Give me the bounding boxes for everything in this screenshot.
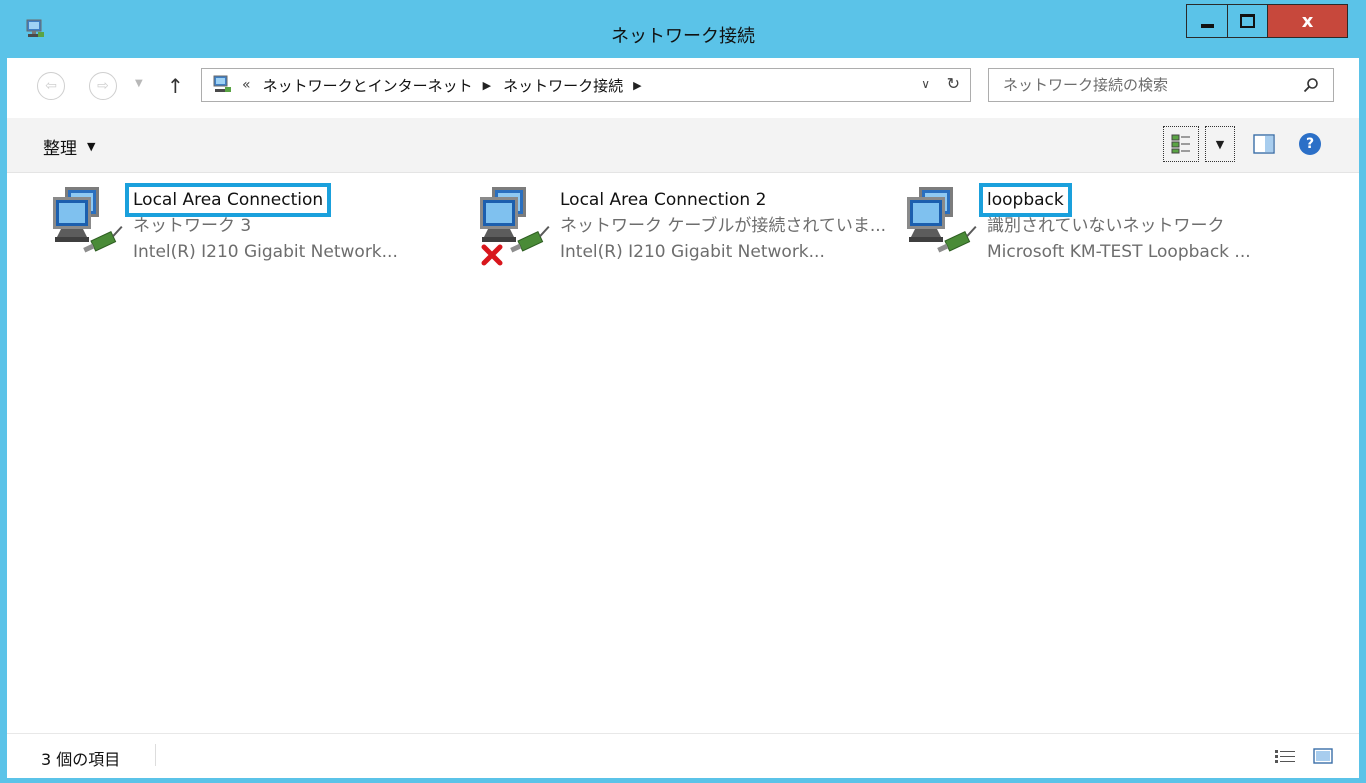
command-bar: 整理 ▼ ▼ ? [7, 118, 1359, 173]
search-icon[interactable] [1303, 77, 1319, 93]
breadcrumb-separator-icon[interactable]: ▶ [633, 79, 641, 92]
view-tiles-icon [1171, 134, 1190, 154]
address-history-dropdown[interactable]: ∨ [921, 77, 930, 91]
recent-locations-button[interactable]: ▼ [135, 78, 143, 89]
change-view-button[interactable] [1163, 126, 1199, 162]
details-view-icon[interactable] [1275, 750, 1295, 764]
network-adapter-disconnected-icon [480, 187, 550, 266]
preview-pane-icon[interactable] [1253, 134, 1275, 154]
connection-adapter: Intel(R) I210 Gigabit Network... [560, 242, 825, 262]
large-icons-view-icon[interactable] [1313, 748, 1333, 764]
connection-status: 識別されていないネットワーク [987, 216, 1225, 236]
search-box[interactable] [988, 68, 1334, 102]
search-input[interactable] [1001, 75, 1303, 95]
refresh-icon: ↻ [946, 74, 960, 93]
connection-item-text: loopback 識別されていないネットワーク Microsoft KM-TES… [979, 183, 1251, 265]
connection-status: ネットワーク 3 [133, 216, 252, 236]
minimize-icon [1200, 24, 1214, 28]
connection-adapter: Intel(R) I210 Gigabit Network... [133, 242, 398, 262]
connection-name[interactable]: loopback [979, 183, 1072, 217]
arrow-right-icon: ⇨ [97, 78, 109, 94]
network-connections-icon [213, 75, 231, 92]
breadcrumb-separator-icon[interactable]: ▶ [483, 79, 491, 92]
help-button[interactable]: ? [1299, 133, 1321, 155]
minimize-button[interactable] [1186, 4, 1227, 38]
network-adapter-icon [907, 187, 977, 253]
item-count: 3 個の項目 [41, 750, 121, 769]
connection-name[interactable]: Local Area Connection 2 [560, 187, 766, 213]
title-bar[interactable]: ネットワーク接続 x [0, 0, 1366, 58]
window-frame: ネットワーク接続 x ⇦ ⇨ ▼ ↑ « ネットワークとインターネット ▶ ネッ… [0, 0, 1366, 783]
close-icon: x [1301, 10, 1314, 32]
file-list: Local Area Connection ネットワーク 3 Intel(R) … [7, 173, 1359, 733]
refresh-button[interactable]: ↻ [947, 74, 960, 93]
chevron-down-icon: ▼ [1215, 137, 1225, 151]
forward-button[interactable]: ⇨ [89, 72, 117, 100]
organize-menu-button[interactable]: 整理 ▼ [43, 134, 95, 159]
disconnected-x-icon [481, 244, 503, 266]
breadcrumb-network-connections[interactable]: ネットワーク接続 [503, 75, 623, 96]
help-icon: ? [1305, 136, 1315, 152]
breadcrumb-overflow[interactable]: « [242, 77, 251, 93]
chevron-down-icon: ▼ [135, 78, 143, 89]
connection-adapter: Microsoft KM-TEST Loopback ... [987, 242, 1251, 262]
arrow-up-icon: ↑ [167, 74, 184, 98]
connection-status: ネットワーク ケーブルが接続されていま... [560, 216, 887, 236]
status-divider [155, 744, 156, 766]
up-button[interactable]: ↑ [167, 74, 184, 98]
connection-name[interactable]: Local Area Connection [124, 183, 332, 217]
connection-item-text: Local Area Connection 2 ネットワーク ケーブルが接続され… [560, 187, 886, 265]
back-button[interactable]: ⇦ [37, 72, 65, 100]
connection-item-loopback[interactable]: loopback 識別されていないネットワーク Microsoft KM-TES… [901, 179, 1321, 279]
view-options-dropdown[interactable]: ▼ [1205, 126, 1235, 162]
status-bar: 3 個の項目 [7, 733, 1359, 778]
breadcrumb-network-internet[interactable]: ネットワークとインターネット [263, 75, 473, 96]
network-adapter-icon [53, 187, 123, 253]
close-button[interactable]: x [1268, 4, 1348, 38]
organize-label: 整理 [43, 139, 77, 159]
navigation-bar: ⇦ ⇨ ▼ ↑ « ネットワークとインターネット ▶ ネットワーク接続 ▶ ∨ … [7, 58, 1359, 118]
connection-item-local-area-connection-2[interactable]: Local Area Connection 2 ネットワーク ケーブルが接続され… [474, 179, 894, 279]
arrow-left-icon: ⇦ [45, 78, 57, 94]
connection-item-local-area-connection[interactable]: Local Area Connection ネットワーク 3 Intel(R) … [47, 179, 467, 279]
chevron-down-icon: ∨ [921, 77, 930, 91]
maximize-button[interactable] [1227, 4, 1268, 38]
address-bar[interactable]: « ネットワークとインターネット ▶ ネットワーク接続 ▶ ∨ ↻ [201, 68, 971, 102]
connection-item-text: Local Area Connection ネットワーク 3 Intel(R) … [124, 183, 398, 265]
maximize-icon [1240, 14, 1255, 28]
chevron-down-icon: ▼ [87, 140, 96, 153]
window-title: ネットワーク接続 [611, 26, 755, 47]
